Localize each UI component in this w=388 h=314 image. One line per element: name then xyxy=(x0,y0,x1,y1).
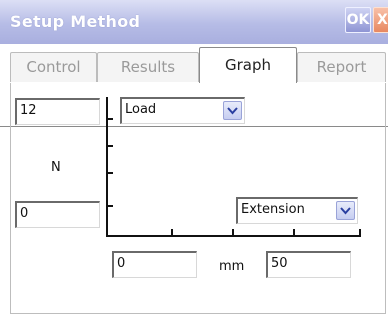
window-title: Setup Method xyxy=(10,12,141,31)
tab-results[interactable]: Results xyxy=(97,52,199,82)
tab-control[interactable]: Control xyxy=(10,52,97,82)
y-axis-min-input[interactable]: 0 xyxy=(15,201,100,228)
y-axis-quantity-select[interactable]: Load xyxy=(120,97,245,124)
y-axis-tick xyxy=(108,172,113,174)
x-axis-quantity-value: Extension xyxy=(241,202,305,217)
x-axis-tick xyxy=(359,229,361,235)
x-axis-max-input[interactable]: 50 xyxy=(266,251,351,278)
chevron-down-icon xyxy=(227,107,238,115)
close-button[interactable]: X xyxy=(373,7,388,33)
ok-button[interactable]: OK xyxy=(345,7,371,33)
y-axis-max-input[interactable]: 12 xyxy=(15,98,100,125)
x-axis-quantity-select[interactable]: Extension xyxy=(236,197,358,224)
x-axis-tick xyxy=(171,229,173,235)
x-axis-tick xyxy=(293,229,295,235)
y-axis-tick xyxy=(108,205,113,207)
y-axis-tick xyxy=(108,118,113,120)
title-bar: Setup Method OK X xyxy=(0,0,388,44)
y-axis-quantity-value: Load xyxy=(125,102,157,117)
x-axis-unit-label: mm xyxy=(219,259,245,274)
x-axis-tick xyxy=(232,229,234,235)
tab-graph[interactable]: Graph xyxy=(199,47,297,83)
tab-bar: Control Results Graph Report xyxy=(0,44,388,127)
y-axis-tick xyxy=(108,145,113,147)
x-axis-min-input[interactable]: 0 xyxy=(112,251,197,278)
chevron-down-icon xyxy=(340,207,351,215)
y-axis-unit-label: N xyxy=(51,160,61,175)
x-axis-dropdown-button[interactable] xyxy=(336,201,355,220)
tab-report[interactable]: Report xyxy=(297,52,386,82)
y-axis-dropdown-button[interactable] xyxy=(223,101,242,120)
x-axis-line xyxy=(106,235,361,237)
setup-method-window: Setup Method OK X Control Results Graph … xyxy=(0,0,388,314)
